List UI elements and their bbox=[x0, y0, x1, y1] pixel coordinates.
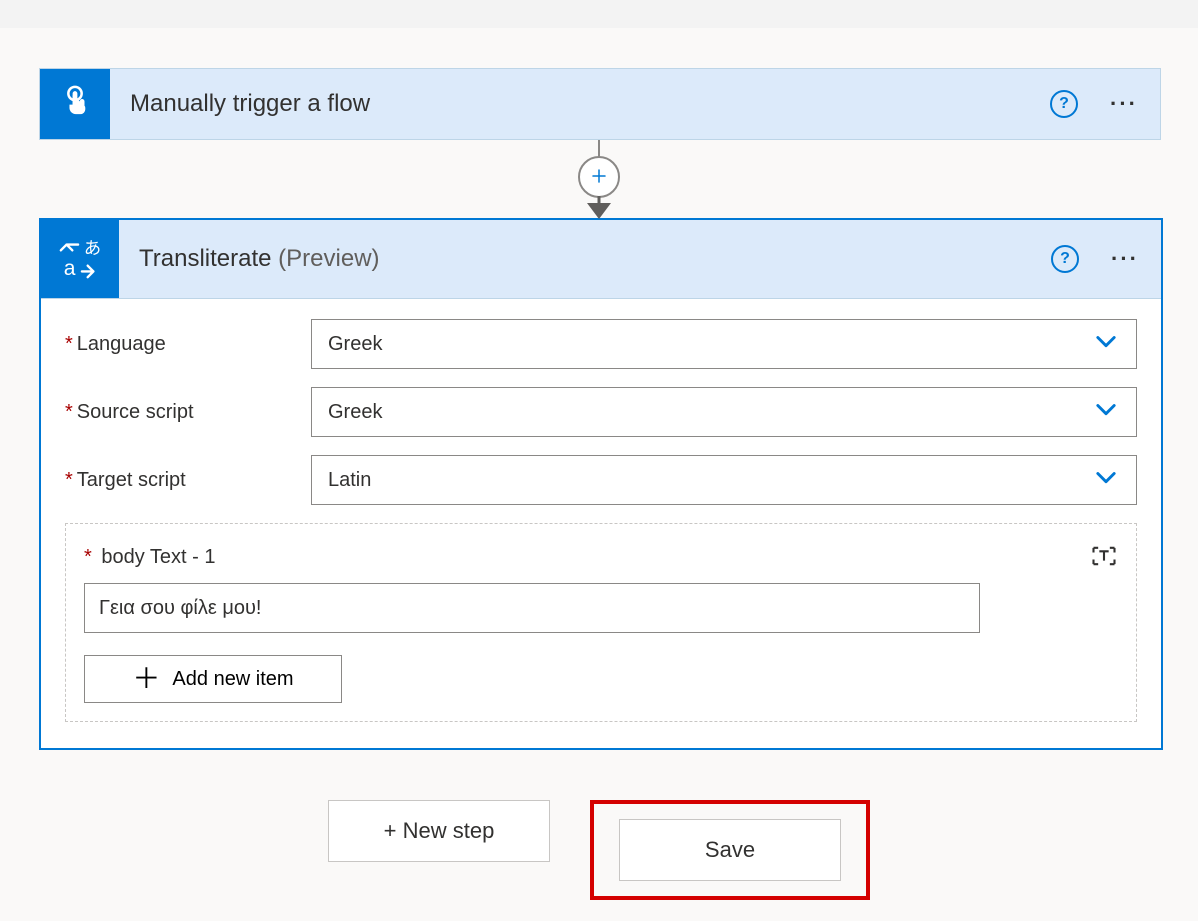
language-value: Greek bbox=[328, 333, 382, 356]
target-script-label-text: Target script bbox=[77, 469, 186, 492]
help-icon[interactable]: ? bbox=[1051, 245, 1079, 273]
svg-text:あ: あ bbox=[84, 238, 101, 258]
action-title-wrap: Transliterate (Preview) bbox=[119, 245, 1051, 273]
source-script-label: * Source script bbox=[65, 401, 311, 424]
save-label: Save bbox=[705, 837, 755, 863]
body-text-label: * body Text - 1 bbox=[84, 546, 216, 569]
source-script-dropdown[interactable]: Greek bbox=[311, 387, 1137, 437]
trigger-icon-box bbox=[40, 69, 110, 139]
chevron-down-icon bbox=[1092, 327, 1120, 361]
footer-actions: + New step Save bbox=[39, 800, 1159, 900]
more-icon[interactable]: ··· bbox=[1105, 246, 1145, 272]
source-script-value: Greek bbox=[328, 401, 382, 424]
language-label-text: Language bbox=[77, 333, 166, 356]
required-star: * bbox=[65, 333, 73, 356]
body-text-input[interactable] bbox=[84, 583, 980, 633]
touch-icon bbox=[56, 84, 94, 125]
chevron-down-icon bbox=[1092, 463, 1120, 497]
add-new-item-button[interactable]: ＋ Add new item bbox=[84, 655, 342, 703]
required-star: * bbox=[84, 546, 92, 568]
action-title: Transliterate bbox=[139, 245, 272, 272]
body-text-label-text: body Text - 1 bbox=[101, 546, 215, 568]
body-text-array: * body Text - 1 bbox=[65, 523, 1137, 722]
flow-designer-canvas: Manually trigger a flow ? ··· bbox=[0, 0, 1198, 921]
required-star: * bbox=[65, 401, 73, 424]
help-icon[interactable]: ? bbox=[1050, 90, 1078, 118]
save-button[interactable]: Save bbox=[619, 819, 841, 881]
target-script-label: * Target script bbox=[65, 469, 311, 492]
new-step-label: + New step bbox=[384, 818, 495, 844]
more-icon[interactable]: ··· bbox=[1104, 91, 1144, 117]
translate-icon: あ a bbox=[57, 235, 103, 284]
required-star: * bbox=[65, 469, 73, 492]
add-new-item-label: Add new item bbox=[172, 668, 293, 691]
preview-badge: (Preview) bbox=[278, 245, 379, 272]
switch-to-text-mode-icon[interactable] bbox=[1090, 542, 1118, 573]
arrow-down-icon bbox=[587, 203, 611, 219]
trigger-card[interactable]: Manually trigger a flow ? ··· bbox=[39, 68, 1161, 140]
plus-icon: ＋ bbox=[132, 665, 160, 693]
save-highlight: Save bbox=[590, 800, 870, 900]
action-card-body: * Language Greek * Sou bbox=[41, 299, 1161, 748]
flow-column: Manually trigger a flow ? ··· bbox=[39, 68, 1159, 900]
language-dropdown[interactable]: Greek bbox=[311, 319, 1137, 369]
action-card-header: あ a Transliterate (Preview) ? ··· bbox=[41, 220, 1161, 299]
language-label: * Language bbox=[65, 333, 311, 356]
action-card[interactable]: あ a Transliterate (Preview) ? ··· bbox=[39, 218, 1163, 750]
field-source-script: * Source script Greek bbox=[65, 387, 1137, 437]
chevron-down-icon bbox=[1092, 395, 1120, 429]
insert-step-button[interactable] bbox=[578, 156, 620, 198]
plus-icon bbox=[590, 167, 608, 188]
connector bbox=[39, 140, 1159, 218]
svg-text:a: a bbox=[64, 257, 76, 280]
action-card-actions: ? ··· bbox=[1051, 245, 1161, 273]
field-target-script: * Target script Latin bbox=[65, 455, 1137, 505]
action-icon-box: あ a bbox=[41, 220, 119, 298]
target-script-value: Latin bbox=[328, 469, 371, 492]
array-header-row: * body Text - 1 bbox=[84, 542, 1118, 573]
new-step-button[interactable]: + New step bbox=[328, 800, 550, 862]
trigger-card-actions: ? ··· bbox=[1050, 90, 1160, 118]
field-language: * Language Greek bbox=[65, 319, 1137, 369]
trigger-title: Manually trigger a flow bbox=[110, 90, 1050, 118]
target-script-dropdown[interactable]: Latin bbox=[311, 455, 1137, 505]
content-area: Manually trigger a flow ? ··· bbox=[0, 28, 1198, 921]
source-script-label-text: Source script bbox=[77, 401, 194, 424]
